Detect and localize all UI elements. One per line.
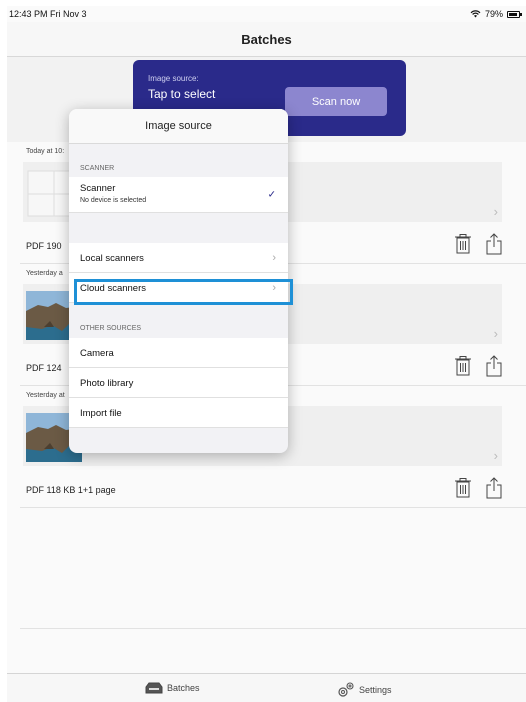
import-file-label: Import file [80, 408, 122, 419]
photo-library-row[interactable]: Photo library [69, 368, 288, 398]
image-source-label: Image source: [148, 74, 199, 83]
photo-library-label: Photo library [80, 378, 134, 389]
scanner-status: No device is selected [80, 197, 147, 204]
tab-settings[interactable]: Settings [337, 682, 392, 698]
tab-batches[interactable]: Batches [145, 682, 200, 694]
batch-date: Today at 10: [26, 148, 65, 155]
divider [20, 628, 526, 629]
trash-icon[interactable] [455, 478, 471, 498]
cloud-scanners-label: Cloud scanners [80, 283, 147, 294]
camera-label: Camera [80, 348, 114, 359]
image-source-popover: Image source SCANNER Scanner No device i… [69, 109, 288, 453]
batch-info-row: PDF 118 KB 1+1 page [20, 472, 526, 508]
share-icon[interactable] [485, 355, 503, 377]
page-title: Batches [241, 32, 292, 47]
app-window: 12:43 PM Fri Nov 3 79% Batches Image sou… [7, 6, 526, 702]
camera-row[interactable]: Camera [69, 338, 288, 368]
chevron-right-icon: › [493, 204, 498, 219]
tab-batches-label: Batches [167, 683, 200, 693]
scanner-tray-icon [145, 682, 163, 694]
batch-info: PDF 124 [26, 363, 62, 373]
checkmark-icon: ✓ [267, 189, 276, 200]
batch-info: PDF 118 KB 1+1 page [26, 485, 116, 495]
local-scanners-row[interactable]: Local scanners › [69, 243, 288, 273]
scanner-section-header: SCANNER [80, 165, 115, 172]
chevron-right-icon: › [272, 281, 276, 294]
navigation-bar: Batches [7, 22, 526, 57]
status-right: 79% [470, 9, 522, 19]
wifi-icon [470, 10, 481, 18]
tab-settings-label: Settings [359, 685, 392, 695]
image-source-selector[interactable]: Tap to select [148, 87, 215, 101]
popover-title: Image source [69, 109, 288, 144]
chevron-right-icon: › [272, 251, 276, 264]
scanner-row[interactable]: Scanner No device is selected ✓ [69, 177, 288, 213]
trash-icon[interactable] [455, 356, 471, 376]
chevron-right-icon: › [493, 326, 498, 341]
battery-percent: 79% [484, 9, 503, 19]
scanner-label: Scanner [80, 183, 116, 194]
batch-info: PDF 190 [26, 241, 62, 251]
local-scanners-label: Local scanners [80, 253, 144, 264]
status-bar: 12:43 PM Fri Nov 3 79% [7, 6, 526, 22]
share-icon[interactable] [485, 477, 503, 499]
share-icon[interactable] [485, 233, 503, 255]
tab-bar: Batches Settings [7, 673, 526, 702]
batch-date: Yesterday a [26, 270, 63, 277]
gear-icon [338, 682, 354, 697]
chevron-right-icon: › [493, 448, 498, 463]
other-sources-header: OTHER SOURCES [80, 325, 142, 332]
scan-now-button[interactable]: Scan now [285, 87, 387, 116]
trash-icon[interactable] [455, 234, 471, 254]
status-time: 12:43 PM Fri Nov 3 [9, 9, 87, 19]
cloud-scanners-row[interactable]: Cloud scanners › [69, 273, 288, 303]
battery-icon [507, 10, 522, 18]
batch-date: Yesterday at [26, 392, 65, 399]
import-file-row[interactable]: Import file [69, 398, 288, 428]
